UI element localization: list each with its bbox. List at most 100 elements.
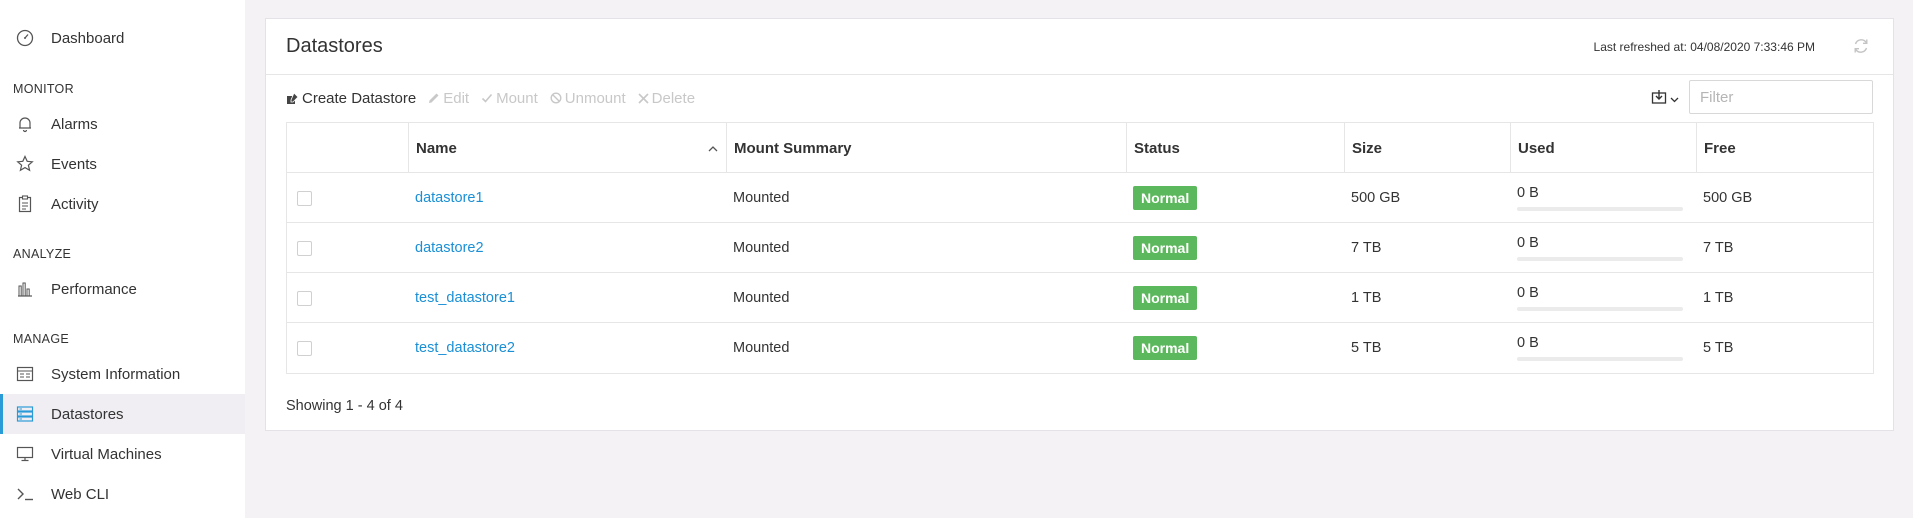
system-info-icon xyxy=(14,363,36,385)
mount-summary-cell: Mounted xyxy=(733,240,790,256)
name-cell: test_datastore2 xyxy=(408,323,515,373)
table-row[interactable]: datastore1 Mounted Normal 500 GB 0 B 500… xyxy=(287,173,1873,223)
table-row[interactable]: test_datastore2 Mounted Normal 5 TB 0 B … xyxy=(287,323,1873,373)
status-cell: Normal xyxy=(1126,323,1198,373)
clipboard-icon xyxy=(14,193,36,215)
status-badge: Normal xyxy=(1133,236,1198,260)
used-cell: 0 B xyxy=(1510,273,1683,323)
column-header-free[interactable]: Free xyxy=(1696,123,1873,173)
column-label: Mount Summary xyxy=(734,139,852,157)
row-select-cell xyxy=(287,323,408,373)
mount-summary-cell: Mounted xyxy=(733,340,790,356)
refresh-icon[interactable] xyxy=(1851,36,1871,56)
name-cell: datastore1 xyxy=(408,173,484,223)
used-value: 0 B xyxy=(1517,185,1539,201)
status-cell: Normal xyxy=(1126,173,1198,223)
sidebar-item-dashboard[interactable]: Dashboard xyxy=(0,18,245,58)
row-checkbox[interactable] xyxy=(297,240,312,256)
datastore-link[interactable]: test_datastore1 xyxy=(415,290,515,306)
select-all-header xyxy=(287,123,408,173)
unmount-label: Unmount xyxy=(564,89,626,107)
datastore-link[interactable]: datastore2 xyxy=(415,240,484,256)
mount-button[interactable]: Mount xyxy=(481,90,538,107)
size-cell: 1 TB xyxy=(1351,290,1382,306)
create-datastore-button[interactable]: Create Datastore xyxy=(286,90,416,107)
row-checkbox[interactable] xyxy=(297,340,312,356)
bar-chart-icon xyxy=(14,278,36,300)
status-cell: Normal xyxy=(1126,223,1198,273)
name-cell: test_datastore1 xyxy=(408,273,515,323)
used-value: 0 B xyxy=(1517,235,1539,251)
bell-icon xyxy=(14,113,36,135)
column-header-status[interactable]: Status xyxy=(1126,123,1344,173)
usage-bar xyxy=(1517,357,1683,361)
sidebar-item-label: Performance xyxy=(51,280,137,298)
size-cell: 5 TB xyxy=(1351,340,1382,356)
close-icon xyxy=(638,92,649,104)
sidebar-item-activity[interactable]: Activity xyxy=(0,184,245,224)
sidebar-item-performance[interactable]: Performance xyxy=(0,269,245,309)
used-value: 0 B xyxy=(1517,335,1539,351)
sidebar-item-web-cli[interactable]: Web CLI xyxy=(0,474,245,514)
name-cell: datastore2 xyxy=(408,223,484,273)
used-value: 0 B xyxy=(1517,285,1539,301)
sidebar-item-virtual-machines[interactable]: Virtual Machines xyxy=(0,434,245,474)
filter-input[interactable] xyxy=(1689,80,1873,114)
column-label: Size xyxy=(1352,139,1383,157)
divider xyxy=(266,74,1893,75)
sidebar: Dashboard MONITOR Alarms Events Activity… xyxy=(0,0,245,518)
column-header-name[interactable]: Name xyxy=(408,123,726,173)
used-cell: 0 B xyxy=(1510,323,1683,373)
export-icon xyxy=(1651,89,1667,109)
section-title-analyze: ANALYZE xyxy=(13,247,72,261)
used-cell: 0 B xyxy=(1510,223,1683,273)
section-title-manage: MANAGE xyxy=(13,332,69,346)
table-row[interactable]: datastore2 Mounted Normal 7 TB 0 B 7 TB xyxy=(287,223,1873,273)
datastore-link[interactable]: datastore1 xyxy=(415,190,484,206)
sidebar-item-label: System Information xyxy=(51,365,181,383)
status-badge: Normal xyxy=(1133,336,1198,360)
unmount-button[interactable]: Unmount xyxy=(550,90,626,107)
datastore-icon xyxy=(14,403,36,425)
column-header-mount-summary[interactable]: Mount Summary xyxy=(726,123,1126,173)
datastore-link[interactable]: test_datastore2 xyxy=(415,340,515,356)
column-label: Status xyxy=(1134,139,1180,157)
sort-ascending-icon[interactable] xyxy=(708,141,718,158)
last-refreshed-text: Last refreshed at: 04/08/2020 7:33:46 PM xyxy=(1593,40,1815,54)
create-icon xyxy=(286,91,299,105)
column-label: Used xyxy=(1518,139,1555,157)
status-cell: Normal xyxy=(1126,273,1198,323)
create-datastore-label: Create Datastore xyxy=(302,89,417,107)
edit-label: Edit xyxy=(443,89,470,107)
used-cell: 0 B xyxy=(1510,173,1683,223)
free-cell: 500 GB xyxy=(1703,190,1753,206)
row-checkbox[interactable] xyxy=(297,190,312,206)
size-cell: 500 GB xyxy=(1351,190,1401,206)
table-row[interactable]: test_datastore1 Mounted Normal 1 TB 0 B … xyxy=(287,273,1873,323)
free-cell: 5 TB xyxy=(1703,340,1734,356)
ban-icon xyxy=(550,92,562,104)
edit-button[interactable]: Edit xyxy=(428,90,469,107)
sidebar-item-label: Dashboard xyxy=(51,29,125,47)
column-header-used[interactable]: Used xyxy=(1510,123,1696,173)
mount-summary-cell: Mounted xyxy=(733,290,790,306)
dashboard-icon xyxy=(14,27,36,49)
sidebar-item-label: Events xyxy=(51,155,97,173)
sidebar-item-label: Virtual Machines xyxy=(51,445,162,463)
delete-button[interactable]: Delete xyxy=(638,90,695,107)
sidebar-item-datastores[interactable]: Datastores xyxy=(0,394,245,434)
free-cell: 7 TB xyxy=(1703,240,1734,256)
mount-label: Mount xyxy=(496,89,538,107)
status-badge: Normal xyxy=(1133,186,1198,210)
export-button[interactable] xyxy=(1651,88,1683,110)
sidebar-item-events[interactable]: Events xyxy=(0,144,245,184)
column-header-size[interactable]: Size xyxy=(1344,123,1510,173)
sidebar-item-label: Alarms xyxy=(51,115,98,133)
sidebar-item-system-information[interactable]: System Information xyxy=(0,354,245,394)
sidebar-item-alarms[interactable]: Alarms xyxy=(0,104,245,144)
status-badge: Normal xyxy=(1133,286,1198,310)
datastores-panel: Datastores Last refreshed at: 04/08/2020… xyxy=(265,18,1894,431)
pagination-summary: Showing 1 - 4 of 4 xyxy=(286,398,403,414)
free-cell: 1 TB xyxy=(1703,290,1734,306)
row-checkbox[interactable] xyxy=(297,290,312,306)
